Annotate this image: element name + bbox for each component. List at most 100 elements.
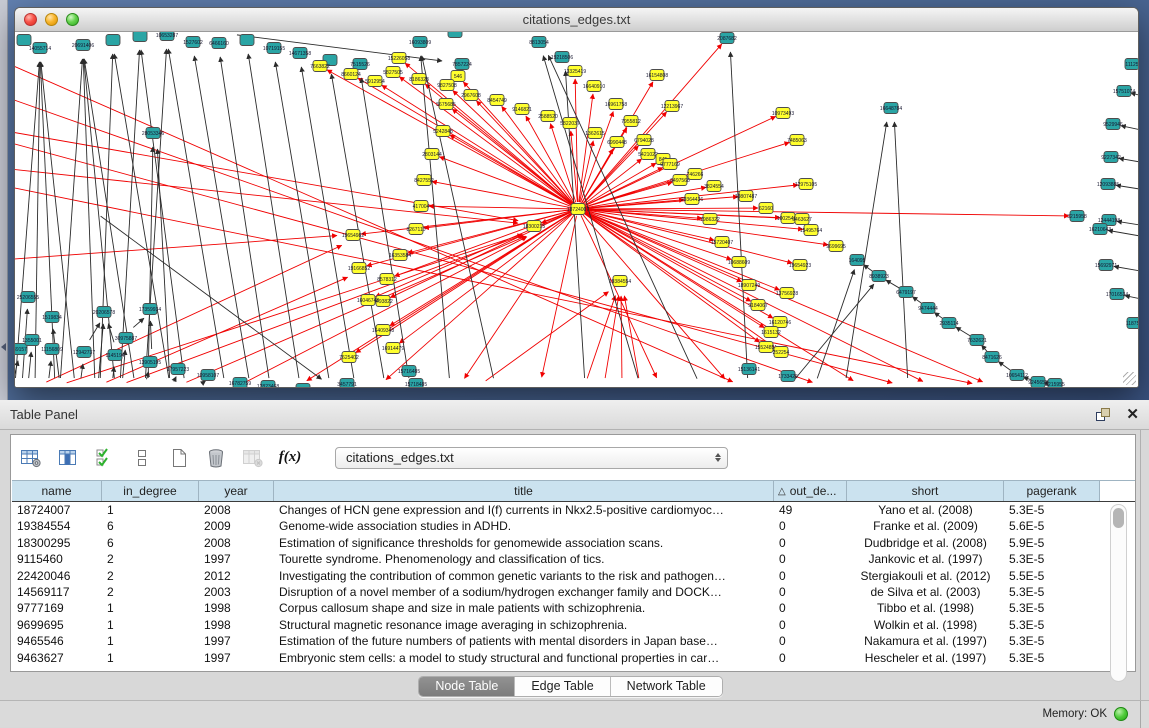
table-row[interactable]: 1872400712008Changes of HCN gene express…	[12, 502, 1135, 518]
table-cell[interactable]: 2003	[199, 584, 274, 600]
table-row[interactable]: 911546021997Tourette syndrome. Phenomeno…	[12, 551, 1135, 567]
network-node[interactable]: 20691406	[72, 40, 94, 51]
window-resize-grip[interactable]	[1123, 372, 1136, 385]
network-node[interactable]: 9529946	[1103, 119, 1123, 130]
network-node[interactable]: 16782759	[229, 378, 251, 388]
table-cell[interactable]: 5.3E-5	[1004, 551, 1100, 567]
network-node[interactable]: 164095	[849, 255, 866, 266]
table-cell[interactable]: 5.3E-5	[1004, 600, 1100, 616]
table-select-combobox[interactable]: citations_edges.txt	[335, 447, 728, 469]
network-node[interactable]: 13756928	[776, 288, 798, 299]
column-header-title[interactable]: title	[274, 481, 774, 501]
network-node[interactable]: 5421022	[638, 149, 658, 160]
network-node[interactable]: 16640910	[583, 81, 605, 92]
network-node[interactable]	[296, 384, 310, 388]
memory-ok-indicator[interactable]	[1114, 707, 1128, 721]
network-node[interactable]: 118753	[1126, 318, 1138, 329]
column-header-in_degree[interactable]: in_degree	[102, 481, 199, 501]
network-node[interactable]: 10719155	[263, 43, 285, 54]
network-node[interactable]: 5912954	[365, 76, 385, 87]
table-cell[interactable]: Jankovic et al. (1997)	[847, 551, 1004, 567]
network-node[interactable]: 11156809	[41, 344, 63, 355]
row-height-icon[interactable]	[130, 446, 154, 470]
network-node[interactable]: 2588520	[538, 111, 558, 122]
window-titlebar[interactable]: citations_edges.txt	[15, 8, 1138, 32]
network-node[interactable]: 6990448	[607, 137, 627, 148]
table-cell[interactable]: 5.3E-5	[1004, 584, 1100, 600]
network-node[interactable]: 7485063	[787, 135, 807, 146]
network-node[interactable]: 2967608	[461, 90, 481, 101]
table-cell[interactable]: 1997	[199, 551, 274, 567]
table-row[interactable]: 977716911998Corpus callosum shape and si…	[12, 600, 1135, 616]
table-row[interactable]: 946362711997Embryonic stem cells: a mode…	[12, 650, 1135, 666]
network-node[interactable]: 19218506	[551, 52, 573, 63]
network-node[interactable]: 9463627	[792, 214, 812, 225]
network-node[interactable]: 19654923	[789, 260, 811, 271]
table-cell[interactable]: de Silva et al. (2003)	[847, 584, 1004, 600]
table-cell[interactable]: 0	[774, 633, 847, 649]
network-node[interactable]: 5827505	[383, 67, 403, 78]
network-node[interactable]: 19654982	[342, 230, 364, 241]
network-node[interactable]: 2087682	[717, 33, 737, 44]
table-cell[interactable]: 1997	[199, 633, 274, 649]
network-node[interactable]: 9474444	[918, 303, 938, 314]
network-node[interactable]	[240, 35, 254, 46]
table-cell[interactable]: 1	[102, 650, 199, 666]
delete-trash-icon[interactable]	[204, 446, 228, 470]
table-cell[interactable]: 1998	[199, 617, 274, 633]
table-cell[interactable]: 6	[102, 535, 199, 551]
network-node[interactable]: 8938923	[869, 271, 889, 282]
table-cell[interactable]: 1997	[199, 650, 274, 666]
left-panel-splitter[interactable]	[0, 0, 8, 400]
network-node[interactable]: 20206578	[93, 307, 115, 318]
column-header-pagerank[interactable]: pagerank	[1004, 481, 1100, 501]
network-node[interactable]	[106, 35, 120, 46]
network-node[interactable]: 16093809	[409, 37, 431, 48]
table-cell[interactable]: 5.6E-5	[1004, 518, 1100, 534]
table-cell[interactable]: 9777169	[12, 600, 102, 616]
network-node[interactable]: 7955812	[621, 116, 641, 127]
network-node[interactable]: 6466160	[209, 38, 229, 49]
network-node[interactable]: 10688609	[728, 257, 750, 268]
network-node[interactable]: 1527602	[183, 37, 203, 48]
table-cell[interactable]: 0	[774, 600, 847, 616]
network-node[interactable]: 15495764	[800, 225, 822, 236]
table-cell[interactable]: Yano et al. (2008)	[847, 502, 1004, 518]
network-canvas[interactable]: 1405571420691406106532871527602646616010…	[15, 32, 1138, 387]
table-cell[interactable]: Corpus callosum shape and size in male p…	[274, 600, 774, 616]
table-cell[interactable]: 2008	[199, 535, 274, 551]
network-node[interactable]: 1615132	[761, 327, 781, 338]
network-node[interactable]: 12975105	[795, 179, 817, 190]
table-vertical-scrollbar[interactable]	[1110, 504, 1127, 682]
network-node[interactable]: 7857224	[452, 59, 472, 70]
network-node[interactable]: 12823468	[257, 381, 279, 388]
network-node[interactable]: 7632621	[967, 335, 987, 346]
network-node[interactable]: 8215955	[1045, 379, 1065, 388]
table-cell[interactable]: Estimation of significance thresholds fo…	[274, 535, 774, 551]
network-node[interactable]: 62160	[759, 203, 773, 214]
network-node[interactable]: 7663822	[310, 61, 330, 72]
table-cell[interactable]: Stergiakouli et al. (2012)	[847, 568, 1004, 584]
network-node[interactable]: 10654112	[1006, 370, 1028, 381]
splitter-collapse-icon[interactable]	[1, 343, 6, 351]
network-node[interactable]: 8471626	[982, 352, 1002, 363]
network-node[interactable]: 16154808	[646, 70, 668, 81]
network-node[interactable]: 1519834	[42, 312, 62, 323]
float-panel-icon[interactable]	[1096, 408, 1112, 422]
network-node[interactable]: 1355001	[22, 335, 42, 346]
table-row[interactable]: 1456911722003Disruption of a novel membe…	[12, 584, 1135, 600]
network-node[interactable]: 8454749	[487, 95, 507, 106]
table-cell[interactable]: 18724007	[12, 502, 102, 518]
network-node[interactable]: 6794028	[634, 135, 654, 146]
table-cell[interactable]: Estimation of the future numbers of pati…	[274, 633, 774, 649]
network-node[interactable]: 8427552	[414, 175, 434, 186]
network-node[interactable]: 14671358	[289, 48, 311, 59]
table-cell[interactable]: 9699695	[12, 617, 102, 633]
network-node[interactable]: 11125	[1125, 59, 1138, 70]
network-node[interactable]: 8186328	[409, 74, 429, 85]
table-cell[interactable]: Tibbo et al. (1998)	[847, 600, 1004, 616]
network-node[interactable]: 5675685	[436, 99, 456, 110]
network-node[interactable]: 9146821	[512, 104, 532, 115]
network-node[interactable]: 15716485	[398, 366, 420, 377]
tab-network-table[interactable]: Network Table	[611, 677, 722, 696]
